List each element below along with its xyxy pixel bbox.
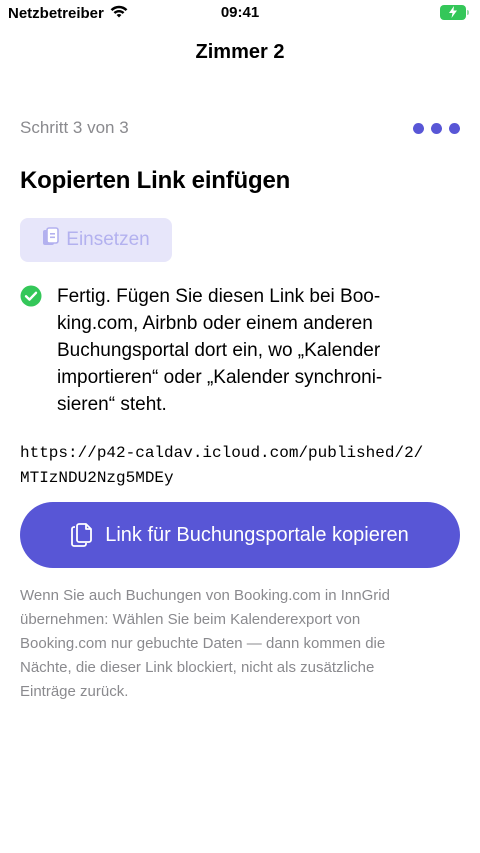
step-dot bbox=[413, 122, 424, 134]
copy-icon bbox=[71, 522, 93, 548]
battery-charging-icon bbox=[440, 4, 470, 20]
paste-icon bbox=[42, 227, 60, 253]
paste-button-label: Einsetzen bbox=[66, 229, 150, 250]
step-indicator: Schritt 3 von 3 bbox=[20, 116, 460, 140]
status-bar: Netzbetreiber 09:41 bbox=[0, 0, 480, 28]
calendar-link-url: https://p42-caldav.icloud.com/published/… bbox=[20, 444, 424, 487]
copy-link-button[interactable]: Link für Buchungsportale kopieren bbox=[20, 502, 460, 568]
paste-button[interactable]: Einsetzen bbox=[20, 218, 172, 262]
step-heading: Kopierten Link einfügen bbox=[20, 167, 291, 194]
footnote-text: Wenn Sie auch Buchungen von Booking.com … bbox=[20, 587, 390, 700]
page-title: Zimmer 2 bbox=[195, 41, 285, 63]
success-text: Fertig. Fügen Sie diesen Link bei Boo- k… bbox=[57, 286, 383, 415]
step-dot bbox=[449, 122, 460, 134]
copy-link-button-label: Link für Buchungsportale kopieren bbox=[105, 523, 409, 546]
step-progress-dots bbox=[413, 122, 460, 134]
status-time: 09:41 bbox=[220, 4, 260, 21]
step-dot bbox=[431, 122, 442, 134]
step-label: Schritt 3 von 3 bbox=[20, 118, 129, 137]
checkmark-circle-icon bbox=[20, 285, 42, 307]
